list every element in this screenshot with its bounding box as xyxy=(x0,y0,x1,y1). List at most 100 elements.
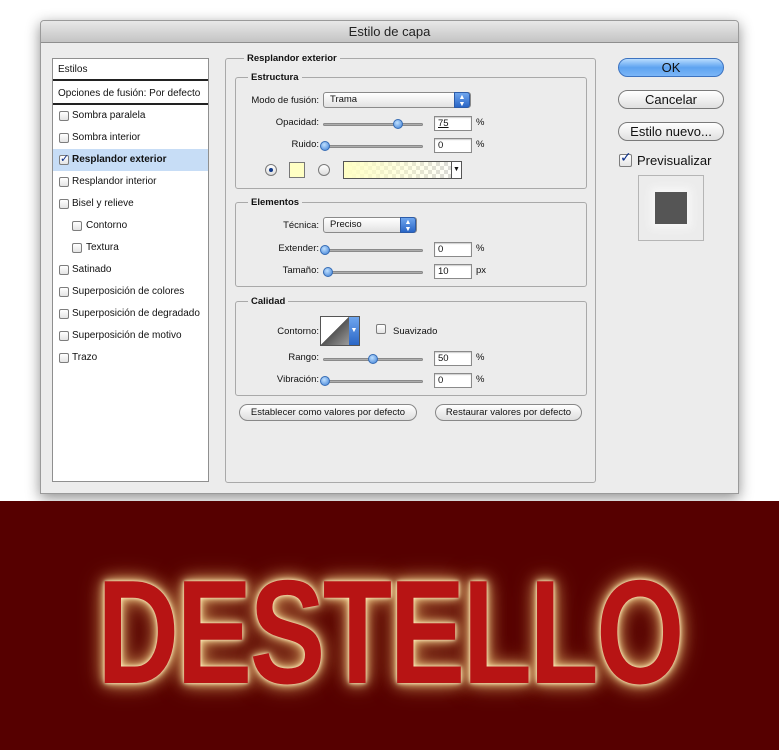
gradient-radio[interactable] xyxy=(318,164,330,176)
structure-title: Estructura xyxy=(248,72,302,83)
range-field[interactable]: 50 xyxy=(434,351,472,366)
opacity-unit: % xyxy=(476,117,485,128)
style-item[interactable]: Textura xyxy=(53,237,208,259)
elements-group: Elementos Técnica: Preciso ▲ ▼ Extender: … xyxy=(235,197,587,287)
style-item-checkbox[interactable] xyxy=(59,309,69,319)
dialog-title: Estilo de capa xyxy=(41,21,738,43)
style-item[interactable]: Satinado xyxy=(53,259,208,281)
style-item-label: Sombra interior xyxy=(72,132,141,143)
spread-field[interactable]: 0 xyxy=(434,242,472,257)
artwork-text: DESTELLO xyxy=(97,549,684,715)
style-item-label: Superposición de motivo xyxy=(72,330,182,341)
styles-header[interactable]: Estilos xyxy=(53,59,208,81)
opacity-slider-thumb[interactable] xyxy=(392,119,403,129)
styles-list: Estilos Opciones de fusión: Por defecto … xyxy=(52,58,209,482)
range-slider[interactable] xyxy=(323,354,423,364)
size-field[interactable]: 10 xyxy=(434,264,472,279)
reset-default-button[interactable]: Restaurar valores por defecto xyxy=(435,404,582,421)
style-item-label: Bisel y relieve xyxy=(72,198,134,209)
antialias-checkbox[interactable] xyxy=(376,324,386,334)
cancel-button[interactable]: Cancelar xyxy=(618,90,724,109)
style-item[interactable]: Resplandor interior xyxy=(53,171,208,193)
range-unit: % xyxy=(476,352,485,363)
style-item-checkbox[interactable] xyxy=(59,199,69,209)
blend-mode-value: Trama xyxy=(330,94,358,105)
style-item-checkbox[interactable] xyxy=(59,287,69,297)
glow-gradient-picker[interactable]: ▼ xyxy=(343,161,462,179)
size-slider-thumb[interactable] xyxy=(322,267,333,277)
technique-value: Preciso xyxy=(330,219,362,230)
style-item-checkbox[interactable] xyxy=(59,265,69,275)
noise-field[interactable]: 0 xyxy=(434,138,472,153)
jitter-field[interactable]: 0 xyxy=(434,373,472,388)
noise-unit: % xyxy=(476,139,485,150)
make-default-button[interactable]: Establecer como valores por defecto xyxy=(239,404,417,421)
antialias-label: Suavizado xyxy=(393,326,438,337)
size-slider[interactable] xyxy=(322,267,423,277)
blend-mode-select[interactable]: Trama ▲ ▼ xyxy=(323,92,471,108)
style-item[interactable]: Superposición de motivo xyxy=(53,325,208,347)
technique-select[interactable]: Preciso ▲ ▼ xyxy=(323,217,417,233)
outer-glow-panel: Resplandor exterior Estructura Modo de f… xyxy=(225,53,596,483)
opacity-slider[interactable] xyxy=(323,119,423,129)
opacity-field[interactable]: 75 xyxy=(434,116,472,131)
noise-slider[interactable] xyxy=(320,141,423,151)
glow-text-artwork: DESTELLO xyxy=(0,501,779,750)
contour-picker[interactable]: ▼ xyxy=(320,316,360,346)
spread-slider-thumb[interactable] xyxy=(320,245,330,255)
style-item[interactable]: Sombra interior xyxy=(53,127,208,149)
style-item-checkbox[interactable] xyxy=(72,243,82,253)
style-item[interactable]: Superposición de colores xyxy=(53,281,208,303)
jitter-unit: % xyxy=(476,374,485,385)
spread-unit: % xyxy=(476,243,485,254)
quality-group: Calidad Contorno: ▼ Suavizado Rango: 50 … xyxy=(235,296,587,396)
style-items: Sombra paralela Sombra interior Resplandor… xyxy=(53,105,208,369)
style-item-label: Textura xyxy=(86,242,119,253)
style-item[interactable]: Superposición de degradado xyxy=(53,303,208,325)
style-item[interactable]: Bisel y relieve xyxy=(53,193,208,215)
style-item[interactable]: Sombra paralela xyxy=(53,105,208,127)
style-item-label: Resplandor interior xyxy=(72,176,157,187)
size-unit: px xyxy=(476,265,487,276)
preview-thumbnail xyxy=(638,175,704,241)
style-item[interactable]: Resplandor exterior xyxy=(53,149,208,171)
noise-label: Ruido: xyxy=(291,139,319,150)
style-item-checkbox[interactable] xyxy=(72,221,82,231)
jitter-label: Vibración: xyxy=(276,374,319,385)
ok-button[interactable]: OK xyxy=(618,58,724,77)
style-item-checkbox[interactable] xyxy=(59,152,69,166)
style-item-checkbox[interactable] xyxy=(59,111,69,121)
new-style-button[interactable]: Estilo nuevo... xyxy=(618,122,724,141)
chevron-down-icon: ▼ xyxy=(349,317,359,345)
style-item-label: Satinado xyxy=(72,264,112,275)
updown-arrows-icon: ▲ ▼ xyxy=(454,92,470,108)
chevron-down-icon: ▼ xyxy=(451,162,461,178)
style-item-checkbox[interactable] xyxy=(59,177,69,187)
range-label: Rango: xyxy=(288,352,319,363)
style-item-checkbox[interactable] xyxy=(59,331,69,341)
spread-label: Extender: xyxy=(278,243,319,254)
structure-group: Estructura Modo de fusión: Trama ▲ ▼ Opac… xyxy=(235,72,587,189)
solid-color-radio[interactable] xyxy=(265,164,277,176)
glow-color-swatch[interactable] xyxy=(289,162,305,178)
quality-title: Calidad xyxy=(248,296,289,307)
preview-checkbox-box[interactable] xyxy=(619,150,632,167)
size-label: Tamaño: xyxy=(282,265,319,276)
blending-options-item[interactable]: Opciones de fusión: Por defecto xyxy=(53,83,208,105)
contour-label: Contorno: xyxy=(277,326,319,337)
style-item-checkbox[interactable] xyxy=(59,133,69,143)
range-slider-thumb[interactable] xyxy=(368,354,378,364)
jitter-slider[interactable] xyxy=(320,376,423,386)
style-item-checkbox[interactable] xyxy=(59,353,69,363)
style-item[interactable]: Trazo xyxy=(53,347,208,369)
spread-slider[interactable] xyxy=(320,245,423,255)
noise-slider-thumb[interactable] xyxy=(320,141,330,151)
style-item-label: Superposición de degradado xyxy=(72,308,200,319)
updown-arrows-icon: ▲ ▼ xyxy=(400,217,416,233)
layer-style-dialog: Estilo de capa Estilos Opciones de fusió… xyxy=(40,20,739,494)
style-item[interactable]: Contorno xyxy=(53,215,208,237)
style-item-label: Contorno xyxy=(86,220,128,231)
blend-mode-label: Modo de fusión: xyxy=(251,95,319,106)
jitter-slider-thumb[interactable] xyxy=(320,376,330,386)
technique-label: Técnica: xyxy=(283,220,319,231)
